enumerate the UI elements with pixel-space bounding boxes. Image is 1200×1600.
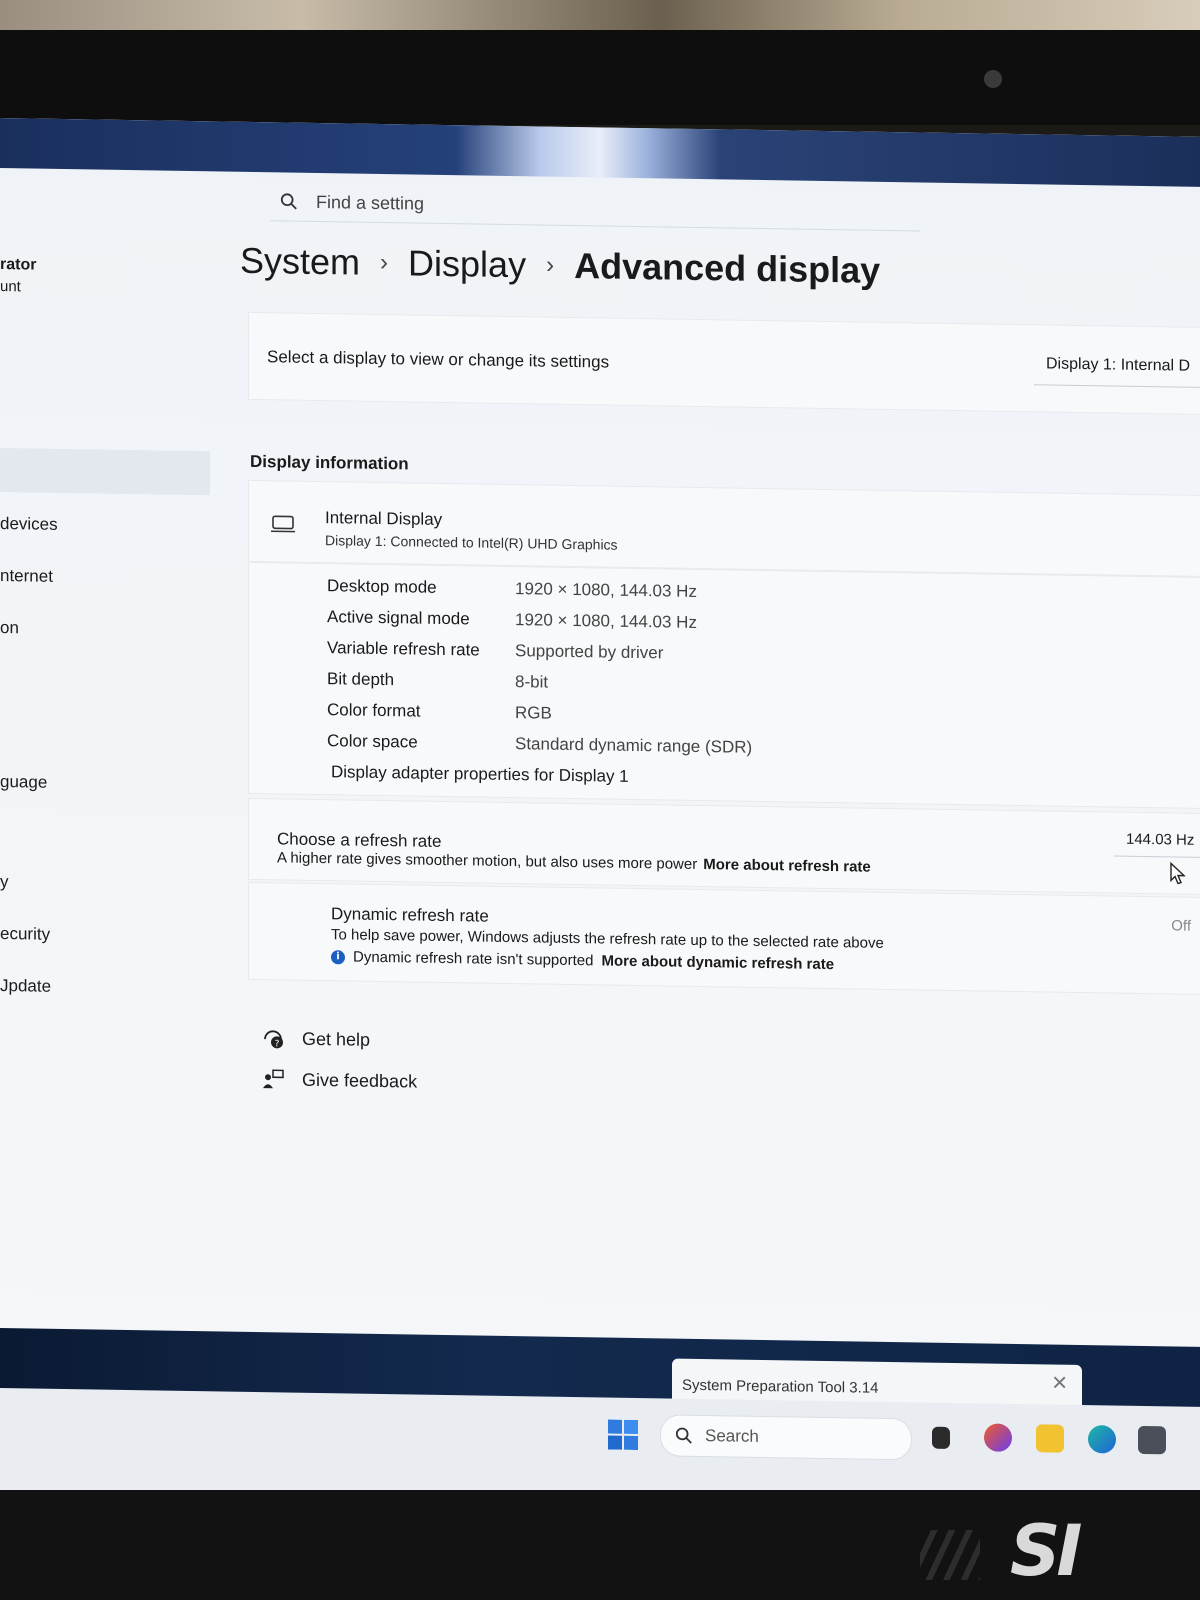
sidebar-item-privacy-security[interactable]: ecurity: [0, 924, 50, 945]
info-key: Color space: [327, 731, 418, 752]
chevron-right-icon: ›: [380, 248, 389, 277]
breadcrumb-system[interactable]: System: [240, 240, 360, 284]
section-title-display-information: Display information: [250, 451, 409, 474]
info-row: Bit depth 8-bit: [327, 669, 927, 698]
info-row: Active signal mode 1920 × 1080, 144.03 Hz: [327, 607, 927, 636]
chevron-right-icon: ›: [546, 251, 555, 279]
windows-start-icon[interactable]: [608, 1419, 638, 1451]
display-select-dropdown[interactable]: Display 1: Internal D: [1034, 349, 1200, 388]
refresh-rate-dropdown[interactable]: 144.03 Hz: [1114, 824, 1200, 858]
sidebar-item-time-language[interactable]: guage: [0, 772, 47, 793]
info-key: Desktop mode: [327, 576, 437, 597]
dynamic-refresh-warning: i Dynamic refresh rate isn't supported M…: [331, 948, 834, 973]
more-about-dynamic-refresh-link[interactable]: More about dynamic refresh rate: [601, 952, 834, 973]
search-input[interactable]: Find a setting: [270, 182, 920, 232]
page-title: Advanced display: [574, 245, 881, 291]
refresh-rate-title: Choose a refresh rate: [277, 829, 442, 851]
info-row: Color space Standard dynamic range (SDR): [327, 731, 927, 760]
dynamic-refresh-warning-text: Dynamic refresh rate isn't supported: [353, 948, 594, 970]
info-key: Active signal mode: [327, 607, 470, 629]
info-value: 1920 × 1080, 144.03 Hz: [515, 579, 697, 601]
info-icon: i: [331, 949, 345, 964]
info-value: Standard dynamic range (SDR): [515, 734, 753, 757]
edge-icon[interactable]: [1088, 1425, 1116, 1454]
info-row: Color format RGB: [327, 700, 927, 729]
display-name: Internal Display: [325, 508, 443, 529]
display-info-details: Desktop mode 1920 × 1080, 144.03 Hz Activ…: [248, 561, 1200, 810]
copilot-icon[interactable]: [984, 1423, 1012, 1452]
display-adapter-properties-link[interactable]: Display adapter properties for Display 1: [331, 762, 629, 787]
taskbar-search[interactable]: Search: [660, 1414, 912, 1461]
sidebar-item-devices[interactable]: devices: [0, 514, 58, 535]
dynamic-refresh-toggle-state[interactable]: Off: [1171, 917, 1191, 934]
dynamic-refresh-title: Dynamic refresh rate: [331, 904, 489, 926]
display-info-header[interactable]: Internal Display Display 1: Connected to…: [248, 479, 1200, 578]
info-key: Color format: [327, 700, 421, 721]
refresh-rate-card: Choose a refresh rate A higher rate give…: [248, 797, 1200, 896]
breadcrumb-display[interactable]: Display: [408, 242, 526, 286]
laptop-bezel-top: [0, 30, 1200, 125]
info-key: Bit depth: [327, 669, 395, 690]
dynamic-refresh-card: Dynamic refresh rate To help save power,…: [248, 881, 1200, 996]
select-display-card: Select a display to view or change its s…: [248, 311, 1200, 416]
laptop-icon: [271, 515, 295, 533]
sidebar-selected-item[interactable]: [0, 448, 210, 496]
more-about-refresh-rate-link[interactable]: More about refresh rate: [703, 856, 871, 876]
close-icon[interactable]: ✕: [1051, 1371, 1068, 1396]
get-help-link[interactable]: ? Get help: [262, 1027, 370, 1051]
user-name: rator: [0, 256, 37, 274]
info-value: RGB: [515, 703, 552, 723]
info-row: Variable refresh rate Supported by driver: [327, 638, 927, 667]
preview-title: System Preparation Tool 3.14: [682, 1376, 879, 1397]
sidebar-item-network-internet[interactable]: nternet: [0, 566, 53, 587]
help-icon: ?: [264, 1030, 283, 1049]
sidebar-item-personalization[interactable]: on: [0, 618, 19, 638]
get-help-label: Get help: [302, 1028, 371, 1050]
give-feedback-label: Give feedback: [302, 1069, 418, 1092]
sidebar-item-accessibility[interactable]: y: [0, 872, 9, 892]
info-row: Desktop mode 1920 × 1080, 144.03 Hz: [327, 576, 927, 605]
svg-text:?: ?: [275, 1039, 280, 1049]
breadcrumb: System › Display › Advanced display: [240, 240, 880, 292]
device-logo: SI: [1010, 1510, 1082, 1592]
store-icon[interactable]: [1138, 1425, 1166, 1455]
user-account-type: unt: [0, 278, 21, 296]
mouse-cursor-icon: [1170, 861, 1186, 885]
settings-sidebar: rator unt devices nternet on guage y ecu…: [0, 168, 215, 1341]
taskbar-search-label: Search: [705, 1426, 759, 1446]
info-value: 8-bit: [515, 672, 549, 692]
refresh-rate-description: A higher rate gives smoother motion, but…: [277, 849, 871, 875]
refresh-rate-description-text: A higher rate gives smoother motion, but…: [277, 849, 698, 873]
sidebar-item-windows-update[interactable]: Jpdate: [0, 976, 51, 997]
taskbar-area: System Preparation Tool 3.14 ✕ Search: [0, 1328, 1200, 1517]
screen: rator unt devices nternet on guage y ecu…: [0, 118, 1200, 1517]
dynamic-refresh-description: To help save power, Windows adjusts the …: [331, 926, 884, 952]
select-display-label: Select a display to view or change its s…: [267, 347, 610, 372]
info-value: Supported by driver: [515, 641, 664, 663]
webcam: [984, 70, 1002, 88]
info-key: Variable refresh rate: [327, 638, 480, 660]
logo-stripes: [920, 1530, 980, 1580]
search-icon: [675, 1427, 692, 1444]
search-icon: [280, 193, 297, 210]
file-explorer-icon[interactable]: [1036, 1424, 1064, 1453]
info-value: 1920 × 1080, 144.03 Hz: [515, 610, 697, 632]
taskbar-app-icon[interactable]: [932, 1426, 950, 1449]
display-connection: Display 1: Connected to Intel(R) UHD Gra…: [325, 532, 618, 553]
search-placeholder: Find a setting: [316, 191, 425, 214]
feedback-icon: [263, 1069, 284, 1089]
give-feedback-link[interactable]: Give feedback: [262, 1068, 417, 1092]
